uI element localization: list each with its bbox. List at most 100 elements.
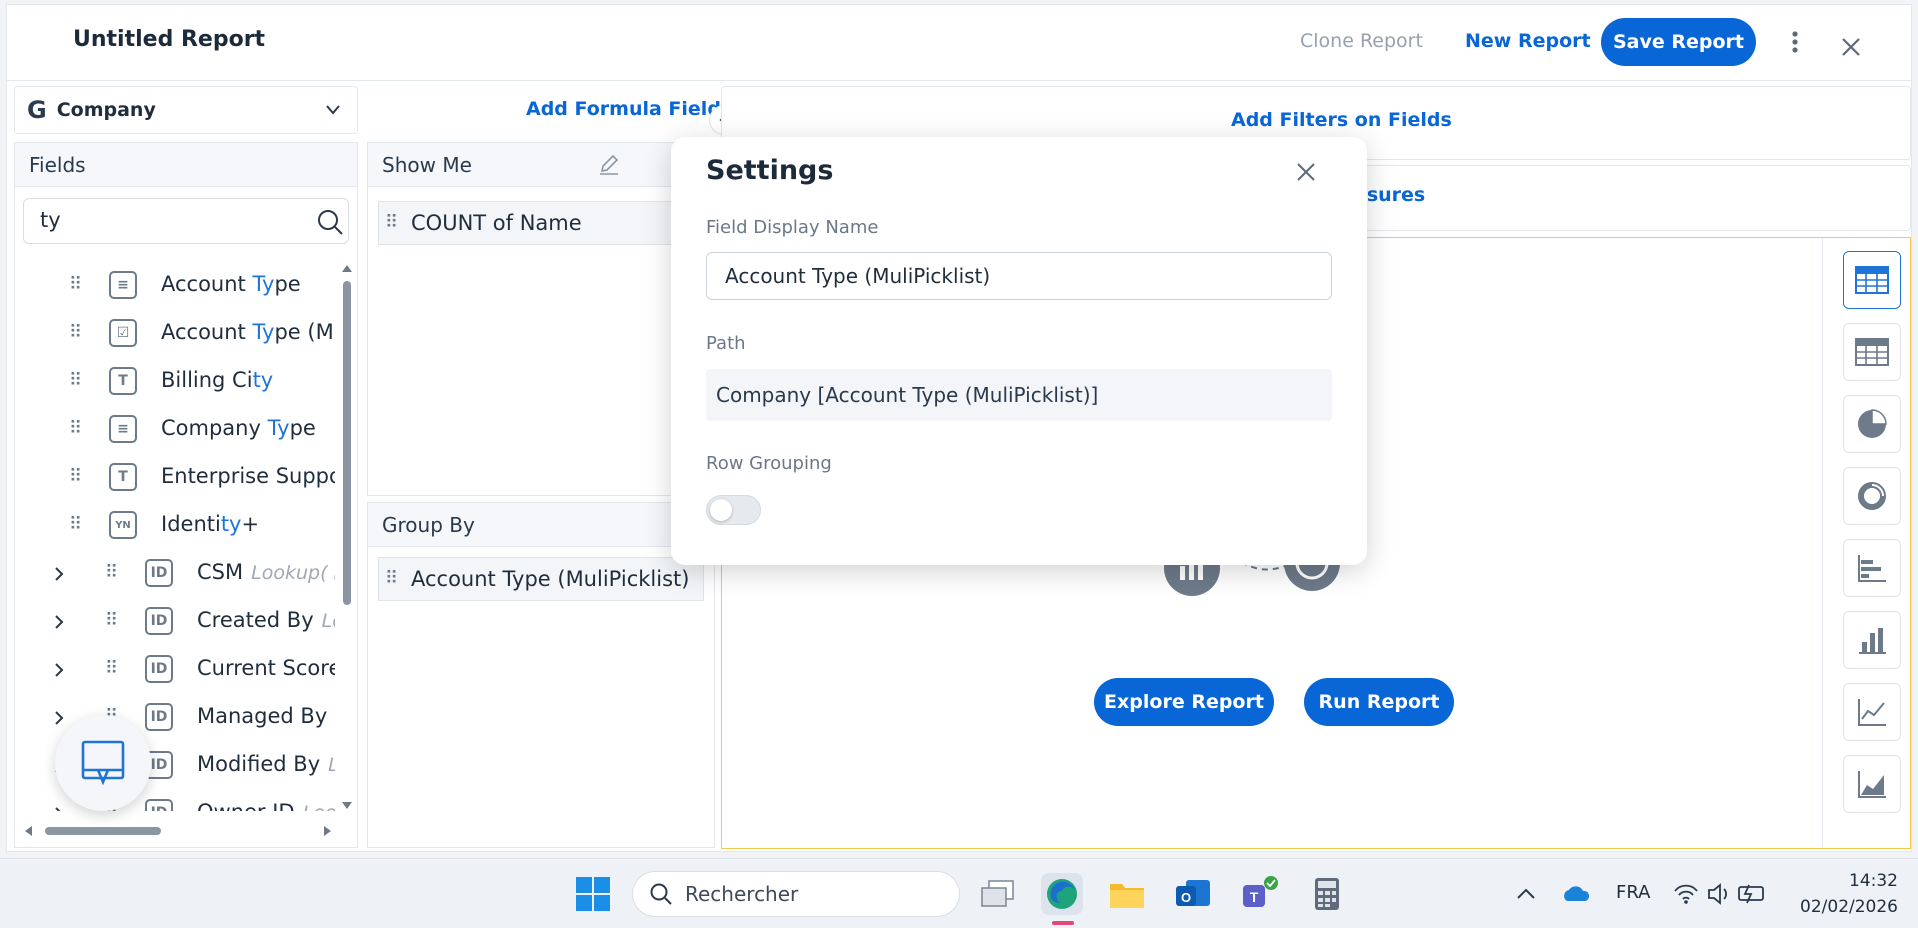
chevron-right-icon[interactable]	[53, 710, 65, 726]
donut-chart-icon	[1856, 480, 1888, 512]
donut-chart-chart-type-button[interactable]	[1843, 467, 1901, 525]
drag-handle-icon[interactable]: ⠿	[385, 568, 399, 590]
windows-taskbar: Rechercher O T FRA 14:32 02/02/2026	[0, 858, 1918, 928]
field-list-item[interactable]: ⠿ T Enterprise Suppor	[15, 453, 335, 501]
system-tray-icons[interactable]	[1673, 881, 1773, 907]
close-icon[interactable]	[1295, 161, 1317, 183]
outlook-icon[interactable]: O	[1172, 873, 1214, 915]
text-icon: T	[109, 463, 137, 491]
group-by-item-label: Account Type (MuliPicklist)	[411, 567, 690, 591]
field-list-item-label: Identity+	[161, 512, 260, 536]
drag-handle-icon[interactable]: ⠿	[105, 658, 119, 680]
help-book-button[interactable]	[55, 715, 151, 811]
edit-icon[interactable]	[598, 153, 620, 175]
new-report-button[interactable]: New Report	[1465, 30, 1591, 52]
field-list-item[interactable]: ⠿ ≡ Company Type	[15, 405, 335, 453]
search-icon[interactable]	[316, 208, 344, 236]
pie-chart-chart-type-button[interactable]	[1843, 395, 1901, 453]
horizontal-bar-chart-type-button[interactable]	[1843, 539, 1901, 597]
onedrive-icon[interactable]	[1561, 881, 1591, 905]
show-hidden-icons-icon[interactable]	[1515, 884, 1537, 904]
windows-start-icon[interactable]	[575, 876, 611, 912]
field-list: ⠿ ≡ Account Type ⠿ ☑ Account Type (Mu ⠿ T Billin…	[15, 261, 335, 811]
id-icon: ID	[145, 799, 173, 811]
drag-handle-icon[interactable]: ⠿	[69, 370, 83, 392]
clock-time[interactable]: 14:32	[1798, 871, 1898, 891]
table-chart-type-button[interactable]	[1843, 251, 1901, 309]
drag-handle-icon[interactable]: ⠿	[105, 562, 119, 584]
teams-icon[interactable]: T	[1238, 873, 1280, 915]
table-icon	[1855, 266, 1889, 294]
field-list-scrollbar[interactable]	[340, 263, 354, 811]
language-indicator[interactable]: FRA	[1616, 882, 1650, 903]
add-formula-field-button[interactable]: Add Formula Field	[526, 98, 721, 120]
gainsight-logo-icon: G	[27, 96, 47, 124]
close-icon[interactable]	[1839, 35, 1863, 59]
taskbar-search-placeholder: Rechercher	[685, 882, 799, 906]
row-grouping-toggle[interactable]	[706, 495, 761, 525]
calculator-icon[interactable]	[1306, 873, 1348, 915]
column-chart-chart-type-button[interactable]	[1843, 611, 1901, 669]
explore-report-button[interactable]: Explore Report	[1094, 678, 1274, 726]
field-list-item[interactable]: ⠿ ☑ Account Type (Mu	[15, 309, 335, 357]
drag-handle-icon[interactable]: ⠿	[69, 322, 83, 344]
field-list-item[interactable]: ⠿ ID Created ByLo	[15, 597, 335, 645]
edge-browser-icon[interactable]	[1041, 873, 1083, 915]
yesno-icon: YN	[109, 511, 137, 539]
save-report-button[interactable]: Save Report	[1601, 18, 1756, 66]
clone-report-button[interactable]: Clone Report	[1300, 30, 1423, 52]
show-me-item[interactable]: ⠿ COUNT of Name	[378, 201, 704, 245]
wifi-icon	[1674, 884, 1698, 904]
taskbar-search-input[interactable]: Rechercher	[632, 871, 960, 917]
object-select[interactable]: G Company	[14, 86, 358, 134]
area-chart-chart-type-button[interactable]	[1843, 755, 1901, 813]
run-report-button[interactable]: Run Report	[1304, 678, 1454, 726]
field-list-hscrollbar[interactable]	[23, 819, 333, 836]
drag-handle-icon[interactable]: ⠿	[69, 274, 83, 296]
picklist-icon: ≡	[109, 415, 137, 443]
more-options-icon[interactable]	[1785, 27, 1805, 57]
picklist-icon: ≡	[109, 271, 137, 299]
field-list-item[interactable]: ⠿IDManaged ByL	[15, 693, 335, 741]
area-chart-icon	[1856, 769, 1888, 799]
pivot-table-chart-type-button[interactable]	[1843, 323, 1901, 381]
show-me-panel: Show Me ⠿ COUNT of Name	[367, 142, 715, 496]
field-list-item-label: Account Type	[161, 272, 301, 296]
toggle-knob	[710, 499, 732, 521]
clock-date[interactable]: 02/02/2026	[1788, 897, 1898, 917]
field-search-value: ty	[40, 208, 61, 232]
group-by-header: Group By	[368, 503, 714, 547]
field-list-item[interactable]: ⠿ ≡ Account Type	[15, 261, 335, 309]
report-builder-window: Untitled Report Clone Report New Report …	[6, 4, 1912, 852]
drag-handle-icon[interactable]: ⠿	[69, 466, 83, 488]
field-search-input[interactable]: ty	[23, 198, 349, 244]
task-view-icon[interactable]	[977, 873, 1019, 915]
field-list-item[interactable]: ⠿ T Billing City	[15, 357, 335, 405]
drag-handle-icon[interactable]: ⠿	[105, 610, 119, 632]
id-icon: ID	[145, 655, 173, 683]
drag-handle-icon[interactable]: ⠿	[69, 418, 83, 440]
chevron-right-icon[interactable]	[53, 566, 65, 582]
chevron-right-icon[interactable]	[53, 806, 65, 811]
field-list-item[interactable]: ⠿ ID Current Score	[15, 645, 335, 693]
drag-handle-icon[interactable]: ⠿	[385, 212, 399, 234]
field-list-item-label: Owner IDLook	[197, 800, 335, 811]
drag-handle-icon[interactable]: ⠿	[69, 514, 83, 536]
multipicklist-icon: ☑	[109, 319, 137, 347]
field-list-item[interactable]: ⠿ YN Identity+	[15, 501, 335, 549]
group-by-item[interactable]: ⠿ Account Type (MuliPicklist)	[378, 557, 704, 601]
field-list-item-label: Modified ByLo	[197, 752, 335, 776]
search-icon	[650, 883, 672, 905]
field-list-item-label: Billing City	[161, 368, 274, 392]
pie-chart-icon	[1856, 408, 1888, 440]
line-chart-chart-type-button[interactable]	[1843, 683, 1901, 741]
svg-text:O: O	[1181, 890, 1191, 905]
report-title[interactable]: Untitled Report	[73, 27, 265, 52]
chevron-right-icon[interactable]	[53, 614, 65, 630]
display-name-input[interactable]: Account Type (MuliPicklist)	[706, 252, 1332, 300]
add-filters-button[interactable]: Add Filters on Fields	[1231, 109, 1452, 131]
field-list-item[interactable]: ⠿IDOwner IDLook	[15, 789, 335, 811]
file-explorer-icon[interactable]	[1106, 873, 1148, 915]
chevron-right-icon[interactable]	[53, 662, 65, 678]
field-list-item[interactable]: ⠿ ID CSM Lookup( L	[15, 549, 335, 597]
